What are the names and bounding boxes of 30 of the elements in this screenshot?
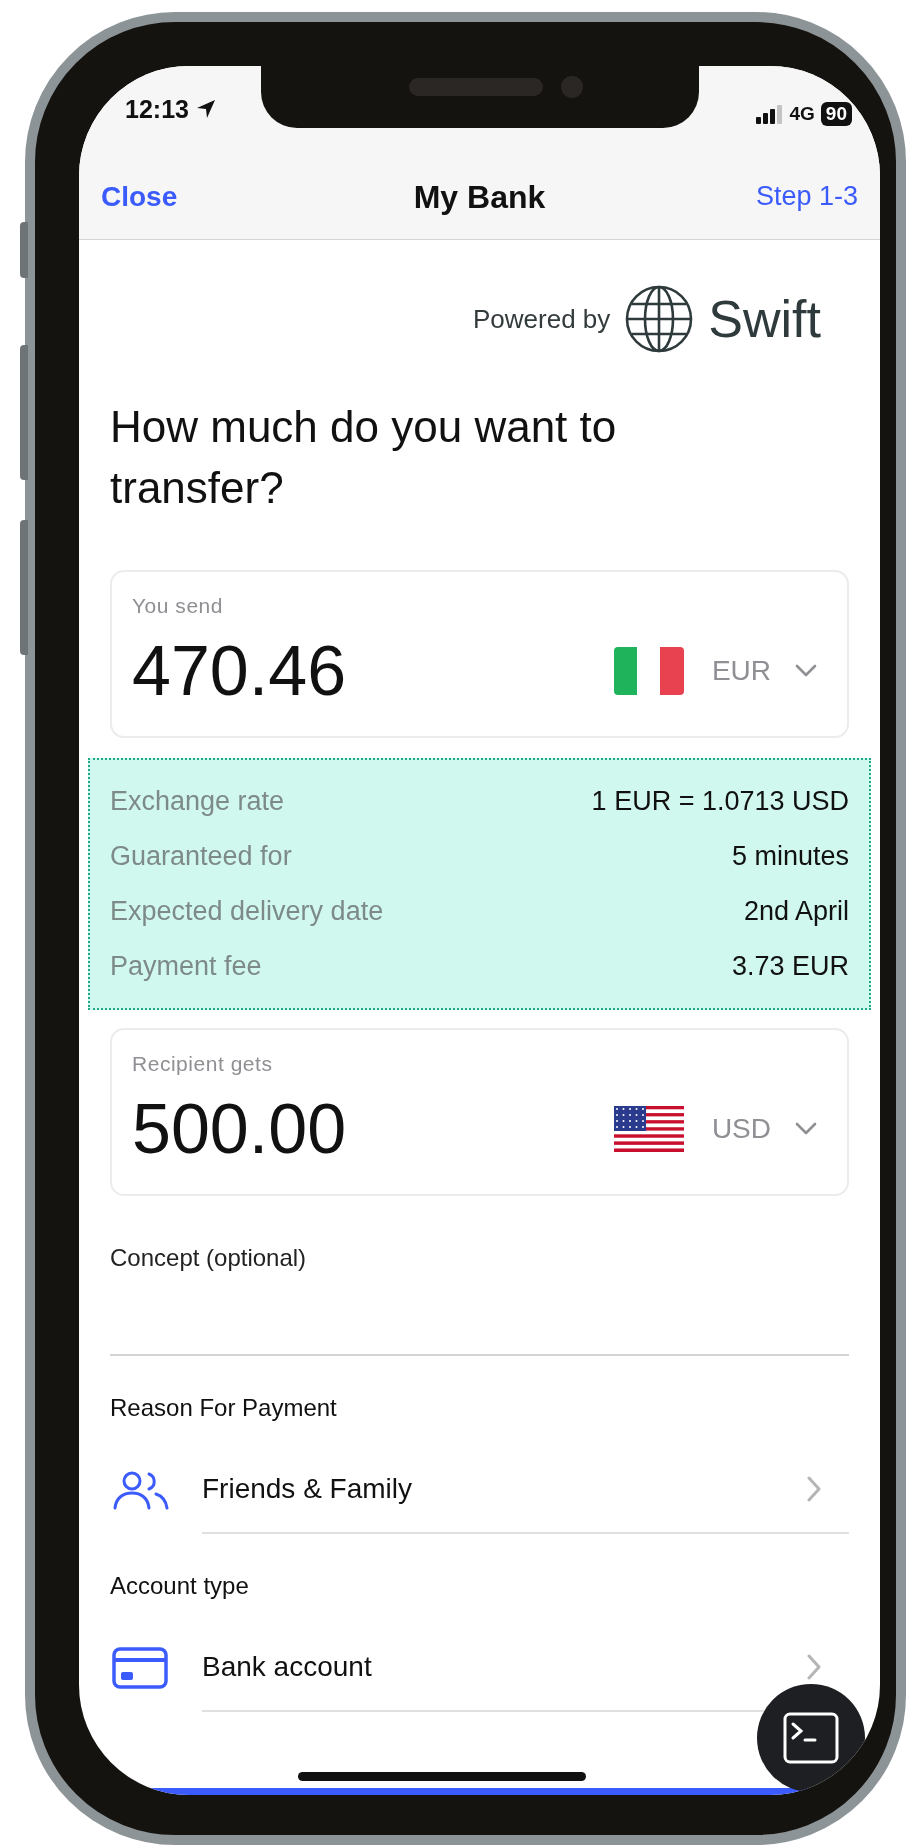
status-time: 12:13 <box>125 93 189 125</box>
concept-label: Concept (optional) <box>110 1243 308 1273</box>
nav-title: My Bank <box>413 177 546 217</box>
amount-label: Recipient gets <box>132 1051 274 1077</box>
step-indicator: Step 1-3 <box>754 180 858 214</box>
detail-value: 3.73 EUR <box>731 950 849 984</box>
currency-code: USD <box>711 1111 771 1146</box>
currency-code: EUR <box>711 653 771 688</box>
amount-value: 470.46 <box>132 630 348 712</box>
powered-by-label: Powered by <box>473 302 611 336</box>
network-label: 4G <box>789 101 815 126</box>
detail-label: Guaranteed for <box>110 840 292 874</box>
section-label: Account type <box>110 1571 250 1601</box>
detail-label: Expected delivery date <box>110 895 384 929</box>
detail-value: 1 EUR = 1.0713 USD <box>591 785 849 819</box>
detail-label: Payment fee <box>110 950 262 984</box>
selection-value[interactable]: Friends & Family <box>202 1468 413 1510</box>
page-heading: How much do you want to transfer? <box>110 401 618 514</box>
brand-wordmark: Swift <box>708 293 821 345</box>
battery-icon: 90 <box>820 101 852 126</box>
amount-value: 500.00 <box>132 1088 348 1170</box>
detail-value: 2nd April <box>743 895 849 929</box>
amount-label: You send <box>132 593 224 619</box>
close-button[interactable]: Close <box>101 175 261 218</box>
detail-value: 5 minutes <box>731 840 849 874</box>
detail-label: Exchange rate <box>110 785 285 819</box>
amount-card[interactable]: You send 470.46 EUR <box>110 570 849 738</box>
section-label: Reason For Payment <box>110 1393 338 1423</box>
amount-card[interactable]: Recipient gets 500.00 USD <box>110 1028 849 1196</box>
selection-value[interactable]: Bank account <box>202 1646 372 1688</box>
